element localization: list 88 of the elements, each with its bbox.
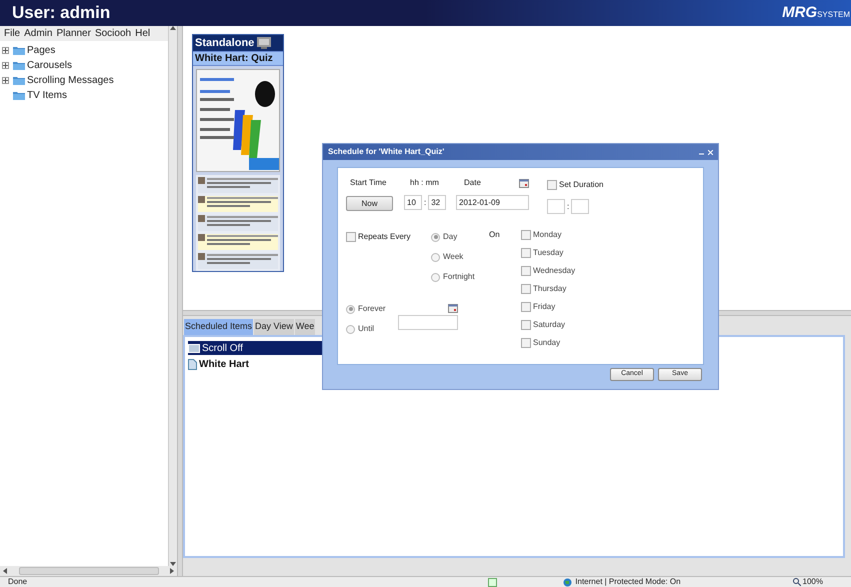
menu-item[interactable]: Sociooh (94, 26, 132, 41)
tab[interactable]: Scheduled Items (184, 319, 254, 335)
expand-icon[interactable] (2, 46, 9, 54)
preview-mode: Standalone (195, 36, 254, 51)
menu-item[interactable]: Admin (24, 26, 52, 41)
checkbox[interactable] (521, 230, 531, 240)
end-option-label: Until (358, 323, 374, 335)
until-date-field[interactable] (398, 315, 458, 330)
checkbox[interactable] (521, 338, 531, 348)
day-label: Thursday (533, 283, 566, 295)
calendar-icon[interactable] (519, 178, 529, 188)
folder-icon (13, 90, 25, 100)
day-label: Monday (533, 229, 562, 241)
right-arrow-icon[interactable] (170, 568, 174, 574)
folder-icon (13, 75, 25, 85)
tree-item-label: TV Items (27, 88, 68, 102)
monitor-icon (257, 37, 272, 49)
up-arrow-icon[interactable] (170, 26, 176, 30)
expand-icon[interactable] (2, 76, 9, 84)
date-field[interactable]: 2012-01-09 (456, 195, 529, 210)
checkbox[interactable] (346, 232, 356, 242)
schedule-item[interactable]: White Hart (188, 357, 328, 371)
time-format-label: hh : mm (409, 177, 439, 189)
preview-title: White Hart: Quiz (195, 52, 273, 66)
tree-item-label: Pages (27, 44, 56, 58)
down-arrow-icon[interactable] (170, 562, 176, 566)
day-label: Friday (533, 301, 556, 313)
calendar-icon[interactable] (448, 304, 458, 313)
minute-field[interactable]: 32 (428, 195, 446, 210)
checkbox[interactable] (521, 284, 531, 294)
duration-hours-field[interactable] (547, 199, 565, 214)
folder-icon (13, 60, 25, 70)
duration-separator: : (567, 200, 570, 212)
dialog-title: Schedule for 'White Hart_Quiz' (328, 146, 444, 158)
tree-row[interactable]: TV Items (0, 89, 168, 101)
scroll-thumb[interactable] (18, 567, 158, 575)
globe-icon (563, 578, 572, 586)
logo: MRGSYSTEM (782, 2, 851, 23)
duration-minutes-field[interactable] (571, 199, 590, 214)
checkbox[interactable] (521, 302, 531, 312)
day-label: Tuesday (533, 247, 564, 259)
checkbox[interactable] (521, 320, 531, 330)
hour-field[interactable]: 10 (404, 195, 422, 210)
set-duration-label: Set Duration (559, 179, 604, 191)
interval-label: Fortnight (443, 271, 475, 283)
radio-button[interactable] (431, 252, 440, 262)
repeats-label: Repeats Every (358, 231, 410, 243)
user-title: User: admin (12, 2, 110, 24)
zoom-level[interactable]: 100% (802, 576, 823, 587)
day-label: Sunday (533, 337, 560, 349)
checkbox[interactable] (547, 180, 557, 190)
checkbox[interactable] (521, 248, 531, 258)
vertical-scrollbar[interactable] (168, 26, 177, 566)
radio-button[interactable] (431, 232, 440, 242)
folder-icon (13, 45, 25, 55)
tree-row[interactable]: Carousels (0, 59, 168, 71)
day-label: Saturday (533, 319, 566, 331)
date-label: Date (464, 177, 481, 189)
expand-icon[interactable] (2, 62, 9, 68)
tab[interactable]: Day View (254, 319, 294, 335)
horizontal-scrollbar[interactable] (0, 566, 177, 576)
radio-button[interactable] (431, 272, 440, 282)
security-zone: Internet | Protected Mode: On (575, 576, 681, 587)
close-icon[interactable] (708, 150, 713, 154)
status-text: Done (8, 576, 28, 587)
end-option-label: Forever (358, 303, 386, 315)
now-button[interactable]: Now (346, 196, 393, 211)
tree-item-label: Carousels (27, 58, 72, 72)
interval-label: Day (443, 231, 458, 243)
magnifier-icon[interactable] (792, 578, 801, 586)
interval-label: Week (443, 251, 464, 263)
radio-button[interactable] (346, 304, 355, 314)
tree-row[interactable]: Pages (0, 44, 168, 56)
document-icon (188, 358, 197, 370)
menu-item[interactable]: File (4, 26, 20, 41)
tree-item-label: Scrolling Messages (27, 74, 114, 88)
menu-item[interactable]: Hel (135, 26, 150, 41)
screen-icon (188, 344, 200, 352)
time-separator: : (424, 196, 426, 208)
radio-button[interactable] (346, 324, 355, 334)
on-label: On (489, 229, 500, 241)
start-time-label: Start Time (349, 177, 386, 189)
tree-row[interactable]: Scrolling Messages (0, 74, 168, 86)
day-label: Wednesday (533, 265, 576, 277)
tab[interactable]: Wee (294, 319, 316, 335)
checkbox[interactable] (521, 266, 531, 276)
left-arrow-icon[interactable] (3, 568, 7, 574)
menu-item[interactable]: Planner (56, 26, 91, 41)
